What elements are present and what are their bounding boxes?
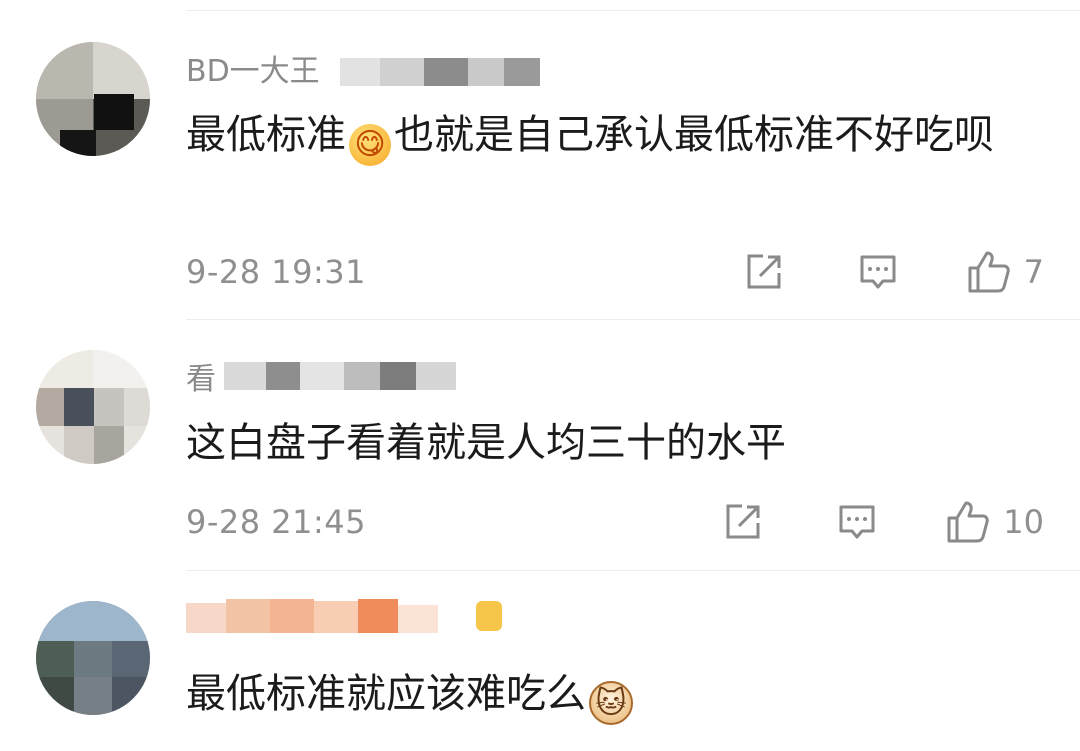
comment-item-1: BD一大王 最低标准😋也就是自己承认最低标准不好吃呗 9-28 19:31 (0, 0, 1080, 320)
comment-icon (839, 505, 875, 539)
username-mosaic (340, 58, 540, 86)
face-savoring-emoji: 😋 (349, 124, 391, 166)
username[interactable]: 看 (186, 356, 216, 397)
reply-button[interactable] (833, 501, 881, 543)
comment-item-3: 最低标准就应该难吃么 🐱 (0, 571, 1080, 751)
share-button[interactable] (740, 251, 788, 293)
avatar[interactable] (36, 601, 150, 715)
share-button[interactable] (719, 501, 767, 543)
like-count: 10 (1003, 503, 1044, 541)
share-icon (726, 504, 760, 539)
comment-text: 最低标准就应该难吃么 (186, 671, 586, 717)
comment-text-part-1: 最低标准 (186, 112, 346, 158)
like-button[interactable]: 7 (966, 249, 1044, 295)
comment-icon (860, 255, 896, 289)
comment-text: 这白盘子看着就是人均三十的水平 (186, 420, 786, 466)
timestamp: 9-28 21:45 (186, 503, 367, 541)
username-mosaic (224, 362, 456, 390)
timestamp: 9-28 19:31 (186, 253, 367, 291)
comment-content: 这白盘子看着就是人均三十的水平 (186, 414, 1056, 472)
comment-item-2: 看 这白盘子看着就是人均三十的水平 9-28 21:45 10 (0, 320, 1080, 571)
action-bar: 10 (719, 498, 1044, 546)
comment-text-part-2: 也就是自己承认最低标准不好吃呗 (394, 112, 994, 158)
comment-meta: 9-28 21:45 10 (186, 498, 1044, 546)
cat-face-emoji: 🐱 (589, 681, 633, 725)
thumbs-up-icon (947, 501, 990, 543)
username-text: BD一大王 (186, 54, 320, 89)
username-mosaic (186, 599, 516, 639)
action-bar: 7 (740, 248, 1044, 296)
username[interactable]: BD一大王 (186, 48, 320, 89)
share-icon (747, 254, 781, 289)
comment-content: 最低标准就应该难吃么 🐱 (186, 665, 1056, 725)
comment-meta: 9-28 19:31 7 (186, 248, 1044, 296)
avatar[interactable] (36, 42, 150, 156)
thumbs-up-icon (968, 251, 1010, 293)
username-text: 看 (186, 362, 216, 397)
comment-content: 最低标准 😋 也就是自己承认最低标准不好吃呗 (186, 106, 1056, 166)
avatar[interactable] (36, 350, 150, 464)
like-count: 7 (1023, 253, 1044, 291)
reply-button[interactable] (854, 251, 902, 293)
like-button[interactable]: 10 (945, 499, 1044, 545)
